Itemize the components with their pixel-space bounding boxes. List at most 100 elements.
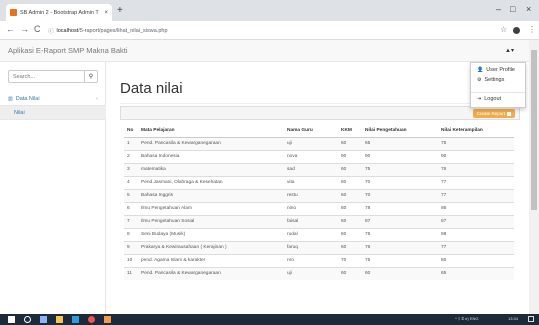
cell-skill: 98 [438, 227, 514, 241]
notification-icon[interactable] [528, 316, 534, 322]
info-icon[interactable]: ⓘ [48, 27, 54, 35]
cell-subject: Pend. Pancasila & Kewarganegaraan [138, 266, 284, 280]
cell-subject: Seni Budaya (Musik) [138, 227, 284, 241]
windows-taskbar: ^ ᛒ ✉ ⊃) ENG 13:34 [0, 314, 539, 325]
cell-kkm: 60 [338, 188, 362, 202]
table-row: 10 pend. Agama Islam & karakter nro 70 75 80 [124, 253, 514, 267]
scrollbar-thumb[interactable] [531, 50, 537, 210]
cell-kkm: 60 [338, 175, 362, 189]
cell-kkm: 70 [338, 253, 362, 267]
table-row: 8 Seni Budaya (Musik) rudal 60 78 98 [124, 227, 514, 241]
cell-knowledge: 70 [362, 188, 438, 202]
col-header-skill: Nilai Keterampilan [438, 125, 514, 138]
table-row: 4 Pend.Jasmani, Olahraga & Kesehatan vita 6… [124, 175, 514, 189]
new-tab-button[interactable]: + [117, 5, 123, 16]
table-row: 7 Ilmu Pengetahuan Sosial faisal 60 87 67 [124, 214, 514, 228]
cell-teacher: nro [284, 253, 338, 267]
main-content: Data nilai Create Report No Mata Pelajar… [107, 62, 529, 325]
cell-skill: 77 [438, 240, 514, 254]
cell-teacher: vita [284, 175, 338, 189]
menu-item-logout[interactable]: ⇥ Logout [477, 96, 501, 102]
profile-avatar-icon[interactable] [513, 27, 520, 34]
sidebar-item-data-nilai[interactable]: ▥ Data Nilai ‹ [0, 92, 106, 106]
sidebar: ⚲ ▥ Data Nilai ‹ Nilai [0, 62, 106, 325]
cell-no: 4 [124, 175, 138, 189]
chrome-icon[interactable] [88, 316, 95, 323]
cell-knowledge: 75 [362, 253, 438, 267]
browser-menu-icon[interactable]: ⋮ [528, 25, 536, 34]
user-icon: 👤 [477, 67, 484, 73]
cell-skill: 86 [438, 201, 514, 215]
user-menu-toggle[interactable]: ▲▾ [505, 47, 514, 54]
system-tray[interactable]: ^ ᛒ ✉ ⊃) ENG [455, 316, 479, 321]
file-explorer-icon[interactable] [56, 316, 63, 323]
page-title: Data nilai [120, 80, 183, 97]
cell-skill: 77 [438, 175, 514, 189]
sidebar-item-nilai[interactable]: Nilai [0, 106, 106, 120]
create-report-button[interactable]: Create Report [472, 109, 515, 118]
back-button[interactable]: ← [6, 24, 15, 34]
cell-knowledge: 90 [362, 149, 438, 163]
divider [120, 103, 520, 104]
store-icon[interactable] [72, 316, 79, 323]
cell-subject: matematika [138, 162, 284, 176]
windows-start-icon[interactable] [8, 316, 15, 323]
search-input[interactable] [9, 71, 84, 82]
search-button[interactable]: ⚲ [84, 71, 97, 82]
top-navbar: Aplikasi E-Raport SMP Makna Bakti ▲▾ [0, 40, 529, 62]
cell-no: 1 [124, 136, 138, 150]
app-icon[interactable] [104, 316, 111, 323]
bar-chart-icon: ▥ [8, 95, 13, 102]
sidebar-item-label: Nilai [14, 109, 25, 116]
forward-button[interactable]: → [20, 24, 29, 34]
address-bar-row: ← → C ⓘ localhost /5-raport/pages/lihat_… [0, 21, 539, 40]
chevron-left-icon: ‹ [96, 95, 98, 102]
col-header-teacher: Nama Guru [284, 125, 338, 138]
table-row: 1 Pend. Pancasila & Kewarganegaraan uji 60 6… [124, 136, 514, 150]
logout-icon: ⇥ [477, 96, 482, 102]
table-row: 3 matematika sad 60 75 76 [124, 162, 514, 176]
menu-divider [471, 92, 525, 93]
cell-kkm: 60 [338, 201, 362, 215]
cell-no: 10 [124, 253, 138, 267]
browser-tab[interactable]: SB Admin 2 - Bootstrap Admin T × [6, 4, 112, 21]
cell-teacher: faruq [284, 240, 338, 254]
table-body: 1 Pend. Pancasila & Kewarganegaraan uji 60 6… [124, 136, 514, 280]
cell-subject: Bahasa Indonesia [138, 149, 284, 163]
cell-no: 8 [124, 227, 138, 241]
tab-close-icon[interactable]: × [104, 10, 108, 16]
user-dropdown-menu: 👤 User Profile ⚙ Settings ⇥ Logout [470, 62, 526, 108]
grades-table: No Mata Pelajaran Nama Guru KKM Nilai Pe… [124, 125, 514, 280]
menu-item-settings[interactable]: ⚙ Settings [477, 77, 504, 83]
cell-no: 11 [124, 266, 138, 280]
col-header-subject: Mata Pelajaran [138, 125, 284, 138]
minimize-button[interactable]: – [496, 4, 501, 14]
cell-subject: Ilmu Pengetahuan Sosial [138, 214, 284, 228]
cell-subject: Prakarya & Kewirausahaan ( Kerajinan ) [138, 240, 284, 254]
cell-kkm: 60 [338, 214, 362, 228]
close-window-button[interactable]: × [526, 4, 531, 14]
col-header-knowledge: Nilai Pengetahuan [362, 125, 438, 138]
cell-kkm: 60 [338, 266, 362, 280]
cell-skill: 90 [438, 149, 514, 163]
menu-item-user-profile[interactable]: 👤 User Profile [477, 67, 515, 73]
menu-item-label: Logout [484, 96, 502, 102]
maximize-button[interactable]: □ [510, 4, 515, 14]
url-field[interactable]: ⓘ localhost /5-raport/pages/lihat_nilai_… [48, 24, 492, 37]
search-icon[interactable] [24, 316, 31, 323]
page-scrollbar[interactable] [529, 40, 539, 314]
cell-no: 5 [124, 188, 138, 202]
cell-skill: 75 [438, 136, 514, 150]
bookmark-star-icon[interactable]: ☆ [500, 25, 507, 34]
cell-subject: Ilmu Pengetahuan Alam [138, 201, 284, 215]
app-brand[interactable]: Aplikasi E-Raport SMP Makna Bakti [8, 46, 128, 55]
cell-subject: Bahasa Inggris [138, 188, 284, 202]
clock[interactable]: 13:34 [508, 316, 518, 321]
cell-knowledge: 78 [362, 201, 438, 215]
task-view-icon[interactable] [40, 316, 47, 323]
cell-kkm: 60 [338, 227, 362, 241]
cell-no: 2 [124, 149, 138, 163]
cell-teacher: sad [284, 162, 338, 176]
reload-button[interactable]: C [34, 24, 41, 34]
gear-icon: ⚙ [477, 77, 482, 83]
